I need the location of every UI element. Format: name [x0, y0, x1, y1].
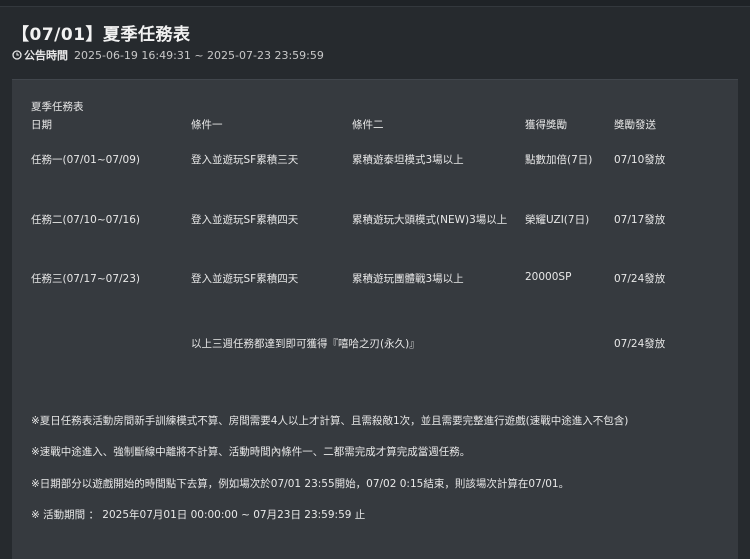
page-title: 【07/01】夏季任務表 [12, 25, 191, 45]
row-reward: 點數加倍(7日) [525, 154, 593, 166]
header-reward: 獲得獎勵 [525, 119, 567, 131]
row-date: 任務二(07/10~07/16) [31, 214, 141, 226]
clock-icon [12, 50, 22, 60]
row-reward: 20000SP [525, 271, 572, 283]
row-condition-2: 累積遊玩大頭模式(NEW)3場以上 [352, 214, 508, 226]
note-event-period: ※ 活動期間 ： 2025年07月01日 00:00:00 ~ 07月23日 2… [31, 509, 366, 521]
summary-text: 以上三週任務都達到即可獲得『嘻哈之刃(永久)』 [191, 338, 420, 350]
table-caption: 夏季任務表 [31, 101, 84, 113]
content-panel: 夏季任務表 日期 條件一 條件二 獲得獎勵 獎勵發送 任務一(07/01~07/… [12, 79, 738, 559]
row-reward-send: 07/10發放 [614, 154, 666, 166]
row-date: 任務三(07/17~07/23) [31, 273, 141, 285]
row-condition-1: 登入並遊玩SF累積三天 [191, 154, 299, 166]
summary-send: 07/24發放 [614, 338, 666, 350]
row-reward-send: 07/24發放 [614, 273, 666, 285]
row-condition-2: 累積遊泰坦模式3場以上 [352, 154, 464, 166]
announcement-meta: 公告時間 2025-06-19 16:49:31 ~ 2025-07-23 23… [12, 47, 324, 63]
row-condition-2: 累積遊玩團體戰3場以上 [352, 273, 464, 285]
note-3: ※日期部分以遊戲開始的時間點下去算，例如場次於07/01 23:55開始，07/… [31, 478, 570, 490]
announcement-label: 公告時間 [24, 49, 68, 62]
row-date: 任務一(07/01~07/09) [31, 154, 141, 166]
header-condition-2: 條件二 [352, 119, 384, 131]
header-reward-send: 獎勵發送 [614, 119, 656, 131]
top-bar [0, 0, 750, 7]
header-condition-1: 條件一 [191, 119, 223, 131]
row-condition-1: 登入並遊玩SF累積四天 [191, 273, 299, 285]
note-2: ※速戰中途進入、強制斷線中離將不計算、活動時間內條件一、二都需完成才算完成當週任… [31, 446, 471, 458]
row-reward-send: 07/17發放 [614, 214, 666, 226]
row-condition-1: 登入並遊玩SF累積四天 [191, 214, 299, 226]
row-reward: 榮耀UZI(7日) [525, 214, 590, 226]
announcement-range: 2025-06-19 16:49:31 ~ 2025-07-23 23:59:5… [74, 48, 324, 62]
note-1: ※夏日任務表活動房間新手訓練模式不算、房間需要4人以上才計算、且需殺敵1次，並且… [31, 415, 629, 427]
header-date: 日期 [31, 119, 52, 131]
